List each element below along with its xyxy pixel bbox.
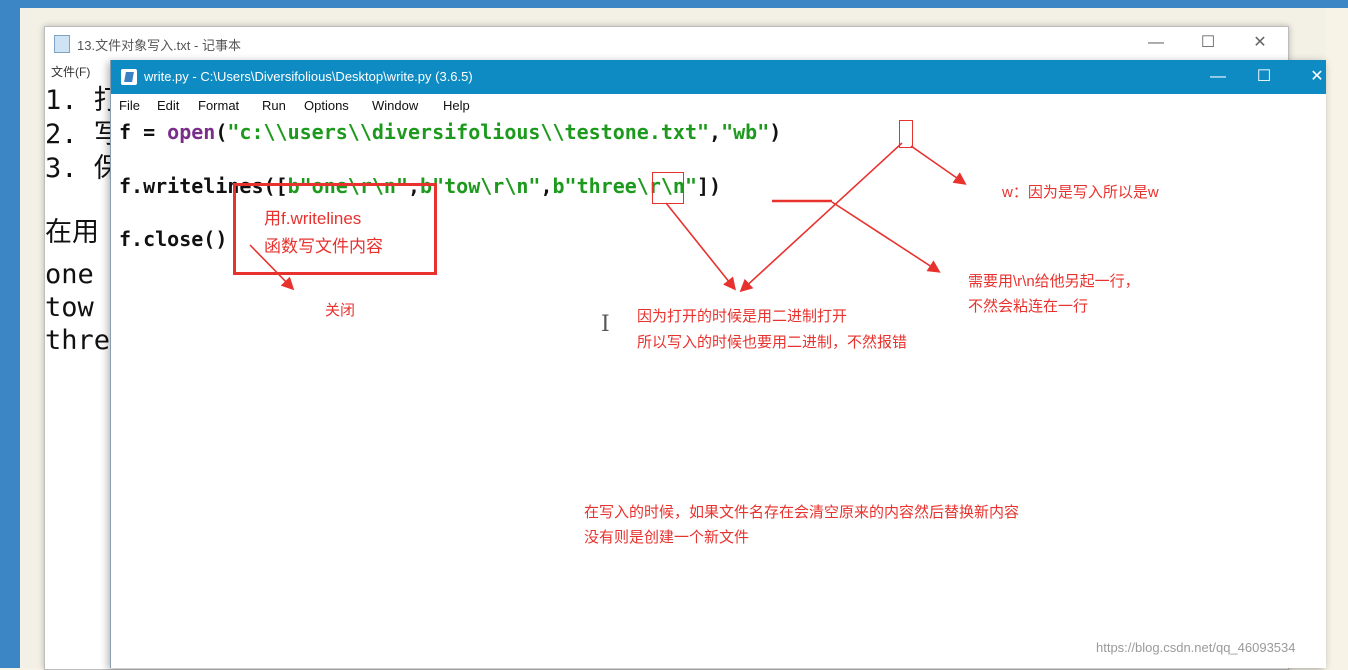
annotation-wb: w：因为是写入所以是w (1002, 184, 1159, 201)
watermark: https://blog.csdn.net/qq_46093534 (1096, 640, 1296, 655)
text-cursor-icon: I (601, 312, 610, 337)
annotation-close: 关闭 (325, 302, 356, 319)
annotation-binary-1: 因为打开的时候是用二进制打开 (637, 308, 848, 325)
arrow-wb (910, 145, 967, 185)
arrow-close (249, 244, 295, 291)
arrow-newline (831, 201, 941, 273)
annotation-overwrite-2: 没有则是创建一个新文件 (584, 529, 750, 546)
arrow-binary-wb (739, 142, 903, 293)
arrow-binary-b (665, 202, 736, 291)
annotation-newline-1: 需要用\r\n给他另起一行， (968, 273, 1140, 290)
annotation-overwrite-1: 在写入的时候，如果文件名存在会清空原来的内容然后替换新内容 (584, 504, 1020, 521)
annotation-binary-2: 所以写入的时候也要用二进制，不然报错 (637, 334, 908, 351)
annotation-newline-2: 不然会粘连在一行 (968, 298, 1089, 315)
